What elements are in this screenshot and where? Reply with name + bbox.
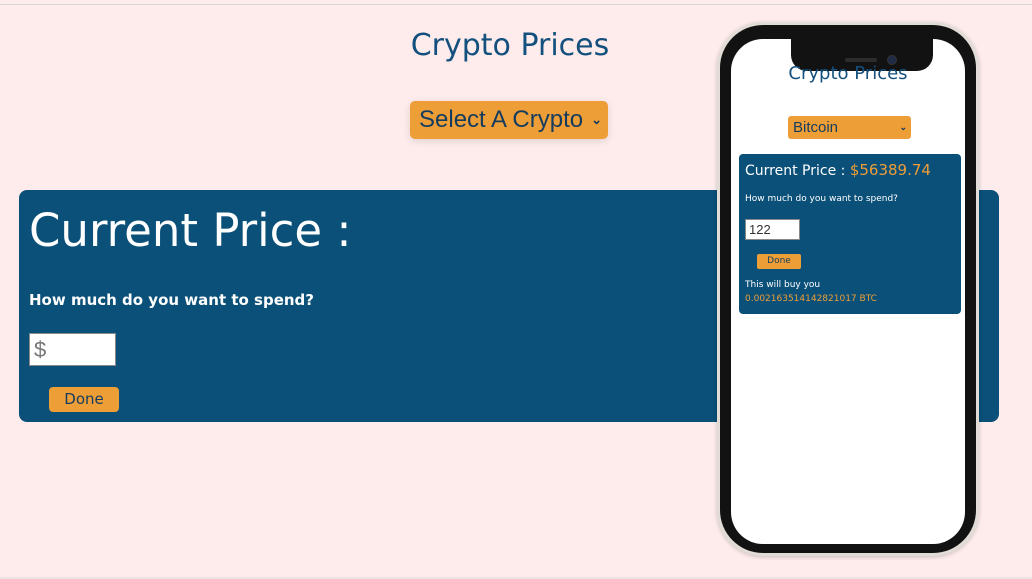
mobile-spend-question: How much do you want to spend? — [745, 194, 898, 204]
spend-question: How much do you want to spend? — [29, 291, 314, 309]
mobile-amount-input[interactable]: 122 — [745, 219, 800, 240]
mobile-crypto-select[interactable]: Bitcoin ⌄ — [788, 116, 911, 139]
mobile-page: Crypto Prices Bitcoin ⌄ Current Price : … — [731, 39, 965, 544]
amount-input[interactable]: $ — [29, 333, 116, 366]
mobile-done-button[interactable]: Done — [757, 254, 801, 269]
chevron-down-icon: ⌄ — [899, 122, 907, 132]
chevron-down-icon: ⌄ — [591, 112, 602, 127]
mobile-current-price-label: Current Price : — [745, 163, 846, 179]
mobile-price-card: Current Price : $56389.74 How much do yo… — [739, 154, 961, 314]
mobile-current-price-value: $56389.74 — [849, 161, 931, 179]
crypto-select[interactable]: Select A Crypto ⌄ — [410, 101, 608, 139]
crypto-select-label: Select A Crypto — [419, 106, 584, 133]
mobile-page-title: Crypto Prices — [788, 63, 908, 84]
phone-mockup: Crypto Prices Bitcoin ⌄ Current Price : … — [717, 22, 979, 556]
mobile-crypto-select-value: Bitcoin — [793, 119, 839, 136]
current-price-heading: Current Price : — [29, 204, 352, 257]
mobile-buy-result: 0.002163514142821017 BTC — [745, 294, 877, 304]
mobile-current-price: Current Price : $56389.74 — [745, 161, 931, 179]
top-divider — [0, 4, 1032, 5]
done-button[interactable]: Done — [49, 387, 119, 412]
mobile-buy-label: This will buy you — [745, 280, 821, 290]
